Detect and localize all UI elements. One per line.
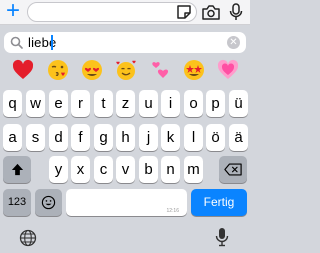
message-bar: + xyxy=(0,0,250,25)
key-r[interactable]: r xyxy=(71,90,90,117)
key-a-umlaut[interactable]: ä xyxy=(229,124,248,151)
space-key-hint: 12:16 xyxy=(166,208,179,214)
emoji-suggestions xyxy=(0,56,250,84)
key-k[interactable]: k xyxy=(161,124,180,151)
key-d[interactable]: d xyxy=(49,124,68,151)
key-s[interactable]: s xyxy=(26,124,45,151)
key-q[interactable]: q xyxy=(3,90,22,117)
key-g[interactable]: g xyxy=(94,124,113,151)
clear-icon[interactable]: ✕ xyxy=(227,36,240,49)
key-t[interactable]: t xyxy=(94,90,113,117)
key-x[interactable]: x xyxy=(71,156,90,183)
camera-icon[interactable] xyxy=(202,4,220,20)
key-m[interactable]: m xyxy=(184,156,203,183)
emoji-face-blowing-kiss[interactable] xyxy=(44,56,72,84)
key-h[interactable]: h xyxy=(116,124,135,151)
key-w[interactable]: w xyxy=(26,90,45,117)
search-icon xyxy=(10,36,23,49)
key-z[interactable]: z xyxy=(116,90,135,117)
emoji-growing-heart[interactable] xyxy=(214,56,242,84)
key-y[interactable]: y xyxy=(49,156,68,183)
emoji-icon xyxy=(41,195,56,210)
plus-icon[interactable]: + xyxy=(3,0,23,23)
globe-icon[interactable] xyxy=(19,229,37,247)
dictation-icon[interactable] xyxy=(215,227,229,247)
key-n[interactable]: n xyxy=(161,156,180,183)
emoji-star-struck[interactable] xyxy=(180,56,208,84)
key-l[interactable]: l xyxy=(184,124,203,151)
microphone-icon[interactable] xyxy=(229,3,243,21)
key-u-umlaut[interactable]: ü xyxy=(229,90,248,117)
delete-key[interactable] xyxy=(219,156,247,183)
shift-key[interactable] xyxy=(3,156,31,183)
emoji-search-field[interactable]: liebe ✕ xyxy=(4,32,246,53)
done-button[interactable]: Fertig xyxy=(191,189,247,216)
emoji-key[interactable] xyxy=(35,189,62,216)
key-j[interactable]: j xyxy=(139,124,158,151)
emoji-smiling-face-with-hearts[interactable] xyxy=(112,56,140,84)
key-b[interactable]: b xyxy=(139,156,158,183)
shift-icon xyxy=(11,163,23,176)
key-c[interactable]: c xyxy=(94,156,113,183)
key-u[interactable]: u xyxy=(139,90,158,117)
emoji-red-heart[interactable] xyxy=(9,56,37,84)
text-cursor xyxy=(51,35,53,50)
key-e[interactable]: e xyxy=(49,90,68,117)
key-i[interactable]: i xyxy=(161,90,180,117)
key-o[interactable]: o xyxy=(184,90,203,117)
key-a[interactable]: a xyxy=(3,124,22,151)
key-o-umlaut[interactable]: ö xyxy=(206,124,225,151)
sticker-icon[interactable] xyxy=(176,4,192,20)
message-input[interactable] xyxy=(27,2,197,22)
delete-icon xyxy=(224,163,242,176)
emoji-heart-eyes[interactable] xyxy=(78,56,106,84)
space-key[interactable]: 12:16 xyxy=(66,189,187,216)
key-p[interactable]: p xyxy=(206,90,225,117)
emoji-two-hearts[interactable] xyxy=(146,56,174,84)
key-v[interactable]: v xyxy=(116,156,135,183)
key-f[interactable]: f xyxy=(71,124,90,151)
numbers-key[interactable]: 123 xyxy=(3,189,31,216)
